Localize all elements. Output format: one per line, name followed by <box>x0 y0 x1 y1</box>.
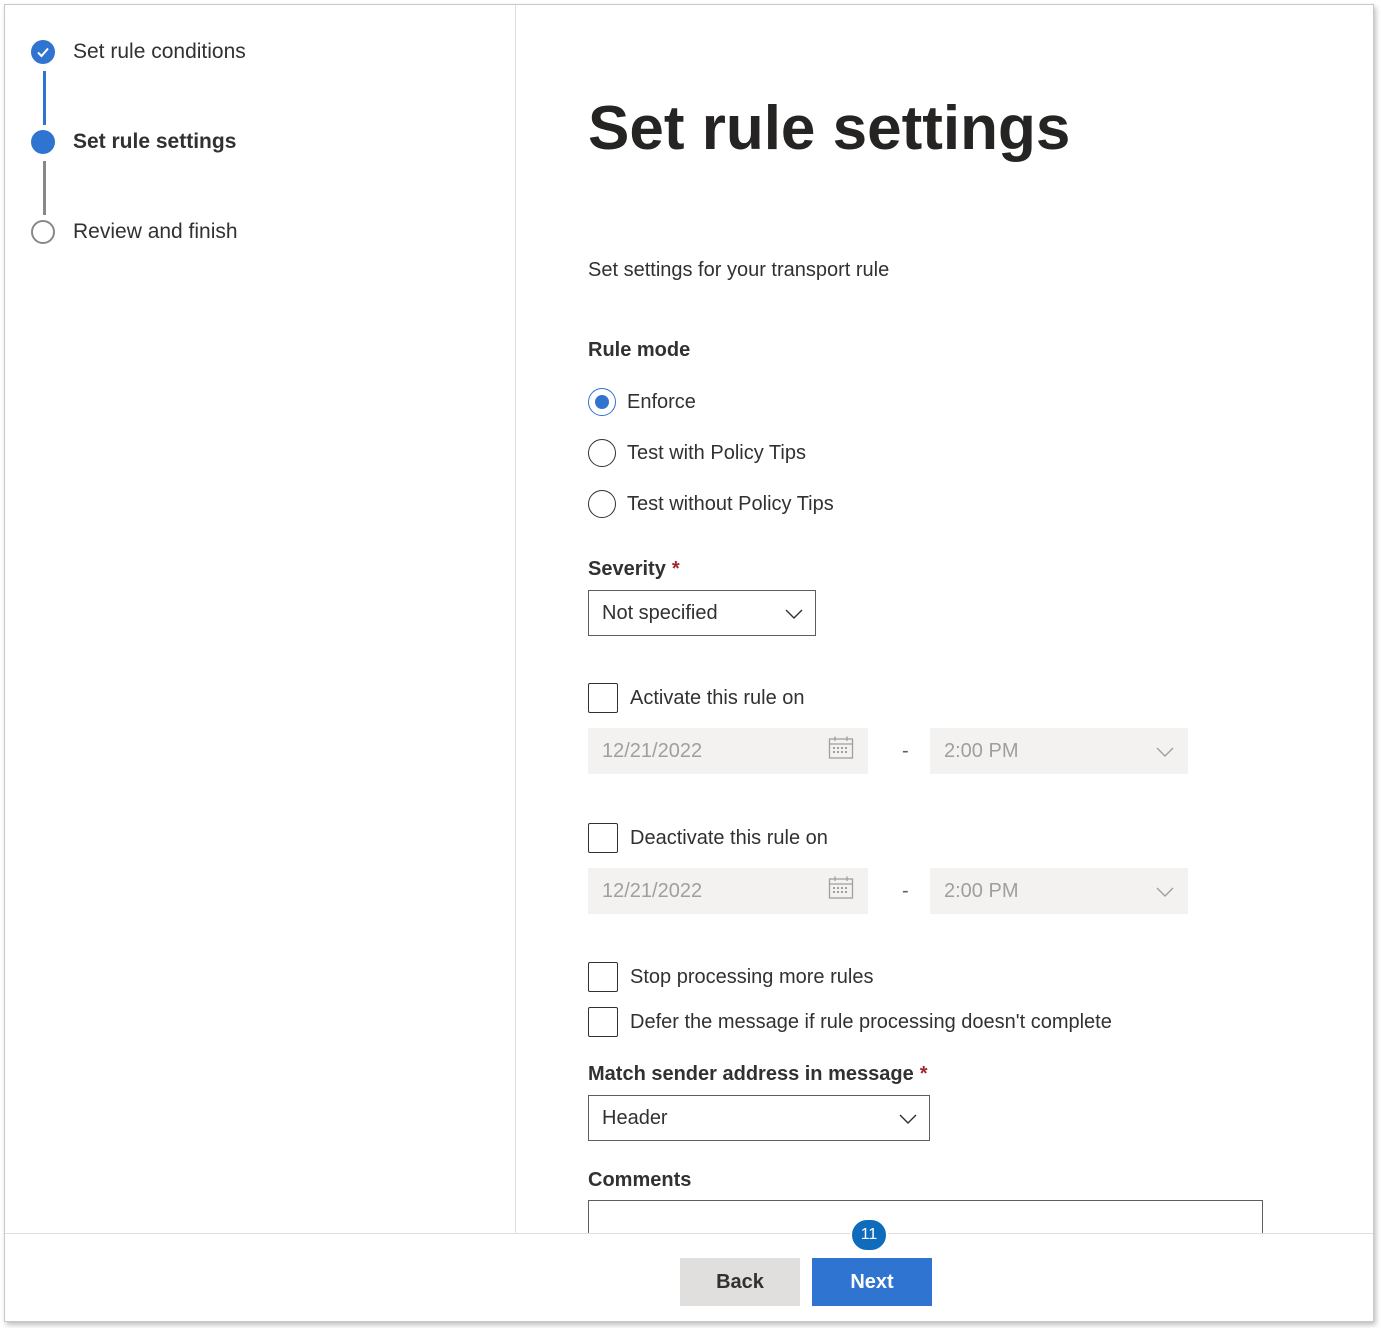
checkbox-box <box>588 683 618 713</box>
chevron-down-icon <box>899 1107 917 1130</box>
deactivate-time-value: 2:00 PM <box>944 879 1019 902</box>
wizard-window: Set rule conditions Set rule settings Re… <box>4 4 1374 1322</box>
step-review-and-finish[interactable]: Review and finish <box>31 220 238 244</box>
match-sender-label: Match sender address in message * <box>588 1063 928 1086</box>
step-connector-complete <box>43 71 46 125</box>
checkbox-label: Defer the message if rule processing doe… <box>630 1010 1112 1033</box>
checkmark-icon <box>31 40 55 64</box>
step-label: Set rule settings <box>73 130 237 153</box>
wizard-footer: Back Next <box>5 1233 1373 1321</box>
current-step-icon <box>31 130 55 154</box>
severity-label: Severity * <box>588 558 680 581</box>
required-marker: * <box>671 558 680 580</box>
calendar-icon <box>828 736 854 766</box>
checkbox-box <box>588 823 618 853</box>
checkbox-box <box>588 962 618 992</box>
chevron-down-icon <box>785 602 803 625</box>
severity-value: Not specified <box>602 601 718 624</box>
back-button[interactable]: Back <box>680 1258 800 1306</box>
main-content: Set rule settings Set settings for your … <box>516 5 1373 1233</box>
activate-time-value: 2:00 PM <box>944 739 1019 762</box>
calendar-icon <box>828 876 854 906</box>
comments-textarea[interactable] <box>588 1200 1263 1233</box>
checkbox-label: Deactivate this rule on <box>630 826 828 849</box>
deactivate-rule-checkbox[interactable]: Deactivate this rule on <box>588 823 828 853</box>
rule-mode-label: Rule mode <box>588 339 691 361</box>
severity-dropdown[interactable]: Not specified <box>588 590 816 636</box>
match-sender-value: Header <box>602 1106 668 1129</box>
page-title: Set rule settings <box>588 94 1071 163</box>
step-number-badge: 11 <box>850 1218 888 1252</box>
deactivate-date-picker[interactable]: 12/21/2022 <box>588 868 868 914</box>
radio-selected-icon <box>588 388 616 416</box>
activate-time-dropdown[interactable]: 2:00 PM <box>930 728 1188 774</box>
step-label: Review and finish <box>73 220 238 243</box>
match-sender-label-text: Match sender address in message <box>588 1063 914 1085</box>
radio-label: Enforce <box>627 390 696 413</box>
step-connector-pending <box>43 161 46 215</box>
match-sender-dropdown[interactable]: Header <box>588 1095 930 1141</box>
page-description: Set settings for your transport rule <box>588 259 890 281</box>
activate-rule-checkbox[interactable]: Activate this rule on <box>588 683 805 713</box>
chevron-down-icon <box>1156 880 1174 903</box>
radio-unselected-icon <box>588 439 616 467</box>
checkbox-label: Stop processing more rules <box>630 965 874 988</box>
chevron-down-icon <box>1156 740 1174 763</box>
comments-label: Comments <box>588 1169 692 1191</box>
radio-label: Test with Policy Tips <box>627 441 806 464</box>
required-marker: * <box>919 1063 928 1085</box>
step-navigation: Set rule conditions Set rule settings Re… <box>5 5 516 1233</box>
checkbox-label: Activate this rule on <box>630 686 805 709</box>
radio-test-without-policy-tips[interactable]: Test without Policy Tips <box>588 490 834 518</box>
stop-processing-checkbox[interactable]: Stop processing more rules <box>588 962 873 992</box>
time-separator: - <box>902 740 909 762</box>
severity-label-text: Severity <box>588 558 666 580</box>
time-separator: - <box>902 880 909 902</box>
step-set-rule-conditions[interactable]: Set rule conditions <box>31 40 246 64</box>
radio-unselected-icon <box>588 490 616 518</box>
step-set-rule-settings[interactable]: Set rule settings <box>31 130 236 154</box>
radio-enforce[interactable]: Enforce <box>588 388 696 416</box>
defer-message-checkbox[interactable]: Defer the message if rule processing doe… <box>588 1007 1112 1037</box>
radio-test-with-policy-tips[interactable]: Test with Policy Tips <box>588 439 806 467</box>
deactivate-date-value: 12/21/2022 <box>602 879 703 902</box>
radio-label: Test without Policy Tips <box>627 492 834 515</box>
step-label: Set rule conditions <box>73 40 246 63</box>
activate-date-value: 12/21/2022 <box>602 739 703 762</box>
next-button[interactable]: Next <box>812 1258 932 1306</box>
checkbox-box <box>588 1007 618 1037</box>
deactivate-time-dropdown[interactable]: 2:00 PM <box>930 868 1188 914</box>
pending-step-icon <box>31 220 55 244</box>
activate-date-picker[interactable]: 12/21/2022 <box>588 728 868 774</box>
